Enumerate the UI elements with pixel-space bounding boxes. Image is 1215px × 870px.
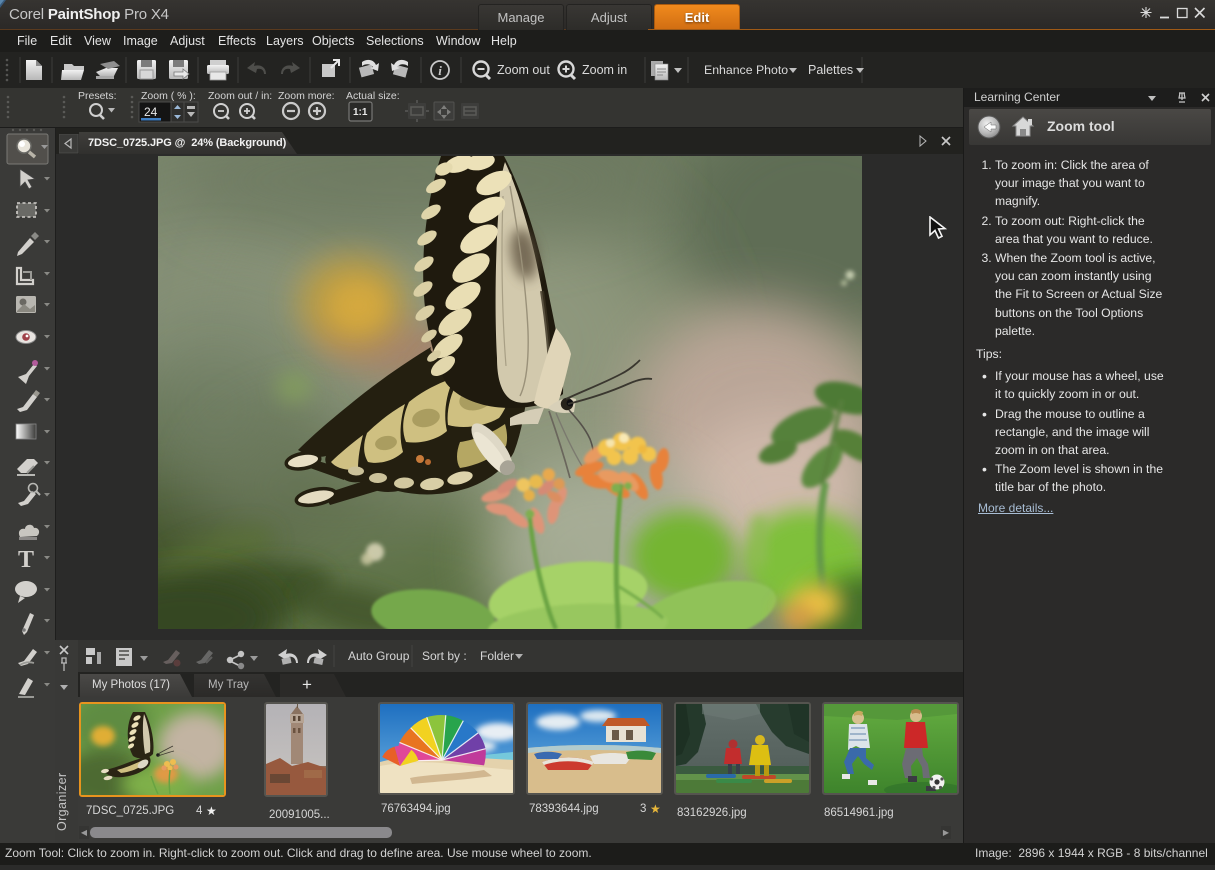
- svg-text:Palettes: Palettes: [808, 63, 853, 77]
- svg-text:Sort by :: Sort by :: [422, 649, 467, 663]
- svg-text:Zoom out: Zoom out: [497, 63, 550, 77]
- svg-text:Actual size:: Actual size:: [346, 90, 400, 102]
- svg-text:Zoom out / in:: Zoom out / in:: [208, 90, 272, 102]
- svg-text:Enhance Photo: Enhance Photo: [704, 63, 788, 77]
- svg-text:Auto Group: Auto Group: [348, 649, 410, 663]
- svg-text:i: i: [438, 63, 442, 78]
- svg-text:T: T: [18, 547, 34, 573]
- svg-text:Organizer: Organizer: [55, 773, 69, 831]
- svg-text:1:1: 1:1: [353, 107, 368, 118]
- svg-text:Folder: Folder: [480, 649, 514, 663]
- svg-text:Zoom ( % ):: Zoom ( % ):: [141, 90, 196, 102]
- svg-text:Zoom more:: Zoom more:: [278, 90, 335, 102]
- svg-text:Presets:: Presets:: [78, 90, 117, 102]
- svg-text:Zoom in: Zoom in: [582, 63, 627, 77]
- svg-text:24: 24: [144, 105, 158, 119]
